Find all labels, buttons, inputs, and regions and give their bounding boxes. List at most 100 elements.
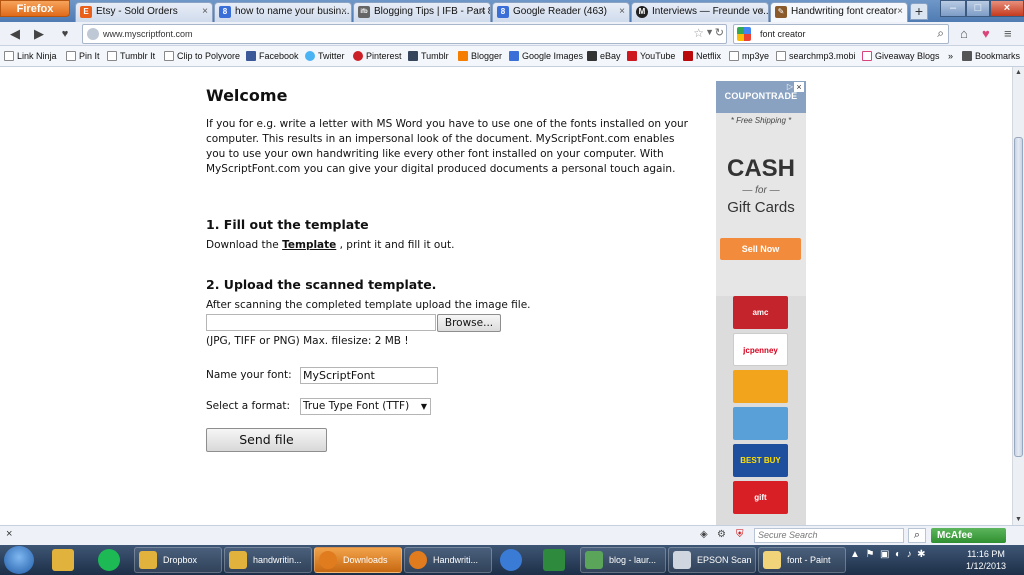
menu-icon[interactable]: ≡ bbox=[1004, 26, 1012, 42]
font-name-input[interactable]: MyScriptFont bbox=[300, 367, 438, 384]
scroll-down-icon[interactable]: ▼ bbox=[1013, 514, 1024, 525]
close-icon[interactable]: × bbox=[202, 3, 208, 21]
bookmarks-menu-button[interactable]: Bookmarks bbox=[962, 49, 1020, 64]
minimize-button[interactable]: – bbox=[940, 0, 966, 17]
window-close-button[interactable]: × bbox=[990, 0, 1024, 17]
explorer-icon[interactable] bbox=[52, 549, 74, 571]
giveaway-icon bbox=[862, 51, 872, 61]
sync-icon[interactable]: ⚙ bbox=[717, 529, 726, 540]
reload-icon[interactable]: ↻ bbox=[715, 26, 724, 39]
clock[interactable]: 11:16 PM 1/12/2013 bbox=[958, 548, 1014, 572]
vertical-scrollbar[interactable]: ▲ ▼ bbox=[1012, 67, 1024, 525]
taskbar-item-dropbox[interactable]: Dropbox bbox=[134, 547, 222, 573]
google-icon: 8 bbox=[497, 6, 509, 18]
home-icon[interactable]: ⌂ bbox=[960, 26, 968, 42]
tab-name-business[interactable]: 8 how to name your busin... × bbox=[214, 2, 352, 22]
taskbar-item-handwriting-folder[interactable]: handwritin... bbox=[224, 547, 312, 573]
mcafee-button[interactable]: McAfee bbox=[931, 528, 1006, 543]
bookmark-item[interactable]: searchmp3.mobi bbox=[776, 49, 856, 64]
tab-google-reader[interactable]: 8 Google Reader (463) × bbox=[492, 2, 630, 22]
back-button[interactable]: ◀ bbox=[6, 25, 24, 43]
bookmark-item[interactable]: Blogger bbox=[458, 49, 502, 64]
file-path-input[interactable] bbox=[206, 314, 436, 331]
spotify-icon[interactable] bbox=[98, 549, 120, 571]
bookmark-star-icon[interactable]: ☆ bbox=[693, 26, 704, 40]
template-link[interactable]: Template bbox=[282, 239, 336, 251]
close-icon[interactable]: × bbox=[897, 3, 903, 21]
bookmark-item[interactable]: Pinterest bbox=[353, 49, 402, 64]
format-select[interactable]: True Type Font (TTF) ▼ bbox=[300, 398, 431, 415]
new-tab-button[interactable]: + bbox=[910, 3, 928, 20]
browse-button[interactable]: Browse... bbox=[437, 314, 501, 332]
start-button[interactable] bbox=[4, 546, 34, 574]
step1-heading: 1. Fill out the template bbox=[206, 217, 369, 232]
ad-close-icon[interactable]: × bbox=[794, 82, 804, 92]
maximize-button[interactable]: □ bbox=[966, 0, 990, 17]
tab-interviews[interactable]: M Interviews — Freunde vo... × bbox=[631, 2, 769, 22]
layers-icon[interactable]: ◈ bbox=[700, 529, 708, 540]
bookmarks-overflow-button[interactable]: » bbox=[948, 49, 953, 64]
bookmark-item[interactable]: eBay bbox=[587, 49, 621, 64]
dropdown-icon[interactable]: ▼ bbox=[705, 27, 714, 37]
taskbar-item-epson-scan[interactable]: EPSON Scan bbox=[668, 547, 756, 573]
twitter-icon bbox=[305, 51, 315, 61]
blogger-icon bbox=[458, 51, 468, 61]
url-bar[interactable]: www.myscriptfont.com ☆ ▼ ↻ bbox=[82, 24, 727, 44]
bookmark-label: Blogger bbox=[471, 51, 503, 61]
tab-handwriting-font-creator[interactable]: ✎ Handwriting font creator × bbox=[770, 2, 908, 23]
bookmark-item[interactable]: mp3ye bbox=[729, 49, 769, 64]
taskbar-item-downloads[interactable]: Downloads bbox=[314, 547, 402, 573]
taskbar-item-handwriting-browser[interactable]: Handwriti... bbox=[404, 547, 492, 573]
search-icon[interactable]: ⌕ bbox=[908, 528, 926, 543]
format-select-value: True Type Font (TTF) bbox=[303, 400, 410, 412]
bookmark-label: searchmp3.mobi bbox=[789, 51, 856, 61]
page-icon bbox=[729, 51, 739, 61]
tab-etsy[interactable]: E Etsy - Sold Orders × bbox=[75, 2, 213, 22]
bookmark-item[interactable]: Twitter bbox=[305, 49, 345, 64]
bookmark-label: Tumblr bbox=[421, 51, 449, 61]
page-icon bbox=[164, 51, 174, 61]
taskbar-item-blog[interactable]: blog - laur... bbox=[580, 547, 666, 573]
bookmark-item[interactable]: Google Images bbox=[509, 49, 583, 64]
close-icon[interactable]: × bbox=[758, 3, 764, 21]
itunes-icon[interactable] bbox=[500, 549, 522, 571]
excel-icon[interactable] bbox=[543, 549, 565, 571]
close-icon[interactable]: × bbox=[480, 3, 486, 21]
taskbar-label: Downloads bbox=[343, 555, 388, 565]
tab-label: how to name your busin... bbox=[235, 6, 350, 17]
tab-label: Google Reader (463) bbox=[513, 6, 607, 17]
forward-button[interactable]: ▶ bbox=[30, 25, 48, 43]
adchoices-icon[interactable]: ▷ bbox=[787, 82, 793, 91]
search-bar[interactable]: font creator ⌕ bbox=[733, 24, 949, 44]
bookmark-item[interactable]: Clip to Polyvore bbox=[164, 49, 240, 64]
tab-blogging-tips[interactable]: ifb Blogging Tips | IFB - Part 8 × bbox=[353, 2, 491, 22]
secure-search-input[interactable]: Secure Search bbox=[754, 528, 904, 543]
close-icon[interactable]: × bbox=[619, 3, 625, 21]
firefox-menu-button[interactable]: Firefox bbox=[0, 0, 70, 17]
bookmark-item[interactable]: Link Ninja bbox=[4, 49, 57, 64]
bookmark-item[interactable]: Tumblr bbox=[408, 49, 449, 64]
identity-icon[interactable]: ♥ bbox=[56, 25, 74, 43]
heart-icon[interactable]: ♥ bbox=[982, 26, 990, 42]
ad-cash: CASH bbox=[726, 155, 795, 182]
bookmark-item[interactable]: Giveaway Blogs bbox=[862, 49, 940, 64]
taskbar-item-paint[interactable]: font - Paint bbox=[758, 547, 846, 573]
netflix-icon bbox=[683, 51, 693, 61]
mcafee-shield-icon[interactable]: ⛨ bbox=[736, 529, 744, 540]
bookmark-item[interactable]: Tumblr It bbox=[107, 49, 155, 64]
ad-sell-now-button[interactable]: Sell Now bbox=[720, 238, 801, 260]
system-tray[interactable]: ▲ ⚑ ▣ ◐ ♪ ✱ bbox=[850, 549, 926, 560]
bookmark-item[interactable]: Netflix bbox=[683, 49, 721, 64]
bookmark-item[interactable]: YouTube bbox=[627, 49, 675, 64]
scroll-up-icon[interactable]: ▲ bbox=[1013, 67, 1024, 78]
windows-taskbar: Dropbox handwritin... Downloads Handwrit… bbox=[0, 545, 1024, 575]
advertisement-banner[interactable]: COUPONTRADE ▷ × * Free Shipping * CASH —… bbox=[716, 81, 806, 525]
send-file-button[interactable]: Send file bbox=[206, 428, 327, 452]
bookmark-item[interactable]: Pin It bbox=[66, 49, 100, 64]
close-addon-bar-icon[interactable]: × bbox=[6, 528, 12, 540]
scrollbar-thumb[interactable] bbox=[1014, 137, 1023, 457]
close-icon[interactable]: × bbox=[341, 3, 347, 21]
bookmark-item[interactable]: Facebook bbox=[246, 49, 299, 64]
search-icon[interactable]: ⌕ bbox=[937, 26, 944, 41]
gift-card-orange bbox=[733, 370, 788, 403]
